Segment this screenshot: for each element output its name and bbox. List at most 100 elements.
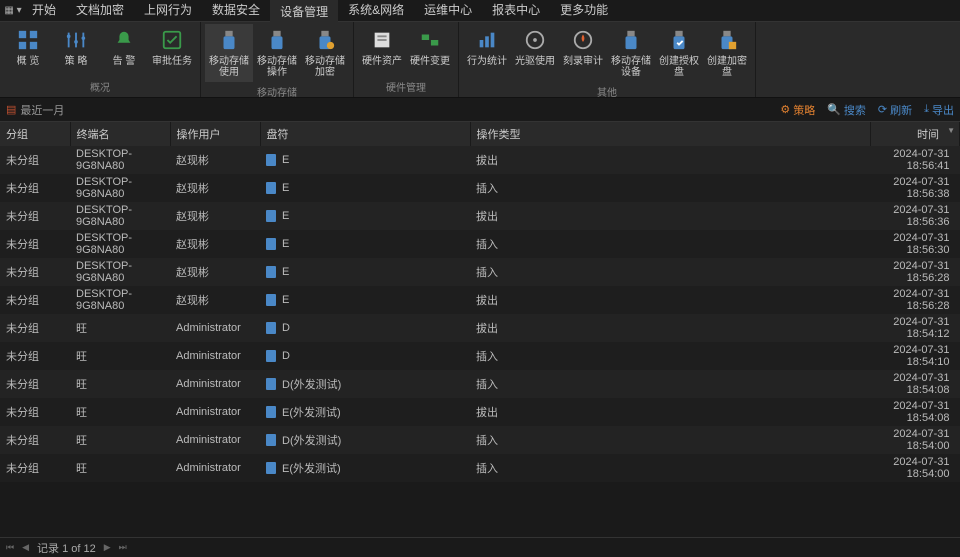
menu-item-5[interactable]: 系统&网络 (338, 0, 414, 23)
ribbon-btn-2-1[interactable]: 硬件变更 (406, 24, 454, 77)
usb-icon (265, 28, 289, 52)
date-range-label: 最近一月 (20, 102, 64, 118)
cell-1: DESKTOP-9G8NA80 (70, 202, 170, 230)
drive-icon (266, 238, 276, 250)
cell-0: 未分组 (0, 370, 70, 398)
menubar: ▦ ▾ 开始文档加密上网行为数据安全设备管理系统&网络运维中心报表中心更多功能 (0, 0, 960, 22)
ribbon-group-3: 行为统计光驱使用刻录审计移动存储设备创建授权盘创建加密盘其他 (459, 22, 756, 97)
filter-action-1[interactable]: 🔍搜索 (827, 102, 866, 118)
cell-1: DESKTOP-9G8NA80 (70, 286, 170, 314)
table-row[interactable]: 未分组旺AdministratorE(外发测试)插入2024-07-31 18:… (0, 454, 960, 482)
ribbon-btn-0-0[interactable]: 概 览 (4, 24, 52, 77)
ribbon-btn-2-0[interactable]: 硬件资产 (358, 24, 406, 77)
cell-5: 2024-07-31 18:56:36 (870, 202, 960, 230)
drive-icon (266, 462, 276, 474)
cell-1: DESKTOP-9G8NA80 (70, 146, 170, 174)
ribbon-btn-1-1[interactable]: 移动存储操作 (253, 24, 301, 82)
col-header-2[interactable]: 操作用户 (170, 122, 260, 146)
cell-3: E (260, 258, 470, 286)
table-row[interactable]: 未分组DESKTOP-9G8NA80赵现彬E拔出2024-07-31 18:56… (0, 202, 960, 230)
drive-icon (266, 434, 276, 446)
cell-3: E (260, 230, 470, 258)
table-row[interactable]: 未分组DESKTOP-9G8NA80赵现彬E插入2024-07-31 18:56… (0, 258, 960, 286)
ribbon-btn-3-1[interactable]: 光驱使用 (511, 24, 559, 82)
filter-action-3[interactable]: ⤓导出 (924, 102, 954, 118)
col-header-1[interactable]: 终端名 (70, 122, 170, 146)
ribbon-btn-1-0[interactable]: 移动存储使用 (205, 24, 253, 82)
col-header-4[interactable]: 操作类型 (470, 122, 870, 146)
cell-5: 2024-07-31 18:56:30 (870, 230, 960, 258)
cell-3: E(外发测试) (260, 454, 470, 482)
asset-icon (370, 28, 394, 52)
menu-item-0[interactable]: 开始 (22, 0, 66, 23)
pager-last-icon[interactable]: ⏭ (119, 542, 127, 553)
cell-1: 旺 (70, 426, 170, 454)
encrypt-icon (715, 28, 739, 52)
cell-5: 2024-07-31 18:54:00 (870, 426, 960, 454)
ribbon-btn-3-5[interactable]: 创建加密盘 (703, 24, 751, 82)
filter-action-label: 导出 (932, 102, 954, 118)
pager-next-icon[interactable]: ▶ (104, 542, 111, 553)
ribbon-group-label: 硬件管理 (354, 77, 458, 97)
filter-action-label: 策略 (793, 102, 815, 118)
ribbon-btn-label: 刻录审计 (563, 56, 603, 67)
menu-item-2[interactable]: 上网行为 (134, 0, 202, 23)
ribbon-btn-label: 硬件变更 (410, 56, 450, 67)
cell-0: 未分组 (0, 426, 70, 454)
ribbon-group-0: 概 览策 略告 警审批任务概况 (0, 22, 201, 97)
ribbon-btn-0-2[interactable]: 告 警 (100, 24, 148, 77)
pager-prev-icon[interactable]: ◀ (22, 542, 29, 553)
drive-icon (266, 294, 276, 306)
cell-3: E (260, 286, 470, 314)
ribbon-btn-3-3[interactable]: 移动存储设备 (607, 24, 655, 82)
col-header-3[interactable]: 盘符 (260, 122, 470, 146)
cell-3: D (260, 342, 470, 370)
ribbon-btn-0-3[interactable]: 审批任务 (148, 24, 196, 77)
drive-icon (266, 378, 276, 390)
cell-4: 插入 (470, 370, 870, 398)
cell-2: Administrator (170, 342, 260, 370)
menu-item-1[interactable]: 文档加密 (66, 0, 134, 23)
cell-0: 未分组 (0, 230, 70, 258)
ribbon-btn-0-1[interactable]: 策 略 (52, 24, 100, 77)
col-header-5[interactable]: 时间▼ (870, 122, 960, 146)
drive-icon (266, 350, 276, 362)
filter-action-icon: 🔍 (827, 103, 841, 116)
table-row[interactable]: 未分组旺AdministratorD(外发测试)插入2024-07-31 18:… (0, 426, 960, 454)
cell-0: 未分组 (0, 286, 70, 314)
table-row[interactable]: 未分组DESKTOP-9G8NA80赵现彬E拔出2024-07-31 18:56… (0, 286, 960, 314)
filter-action-0[interactable]: ⚙策略 (780, 102, 815, 118)
ribbon-btn-1-2[interactable]: 移动存储加密 (301, 24, 349, 82)
date-range-filter[interactable]: ▤ 最近一月 (6, 102, 64, 118)
table-row[interactable]: 未分组旺AdministratorD拔出2024-07-31 18:54:12 (0, 314, 960, 342)
cell-2: Administrator (170, 398, 260, 426)
menu-item-6[interactable]: 运维中心 (414, 0, 482, 23)
filter-action-2[interactable]: ⟳刷新 (878, 102, 912, 118)
ribbon-btn-3-0[interactable]: 行为统计 (463, 24, 511, 82)
menu-item-4[interactable]: 设备管理 (270, 0, 338, 23)
ribbon-btn-label: 创建授权盘 (655, 56, 703, 78)
cell-1: 旺 (70, 454, 170, 482)
menu-item-7[interactable]: 报表中心 (482, 0, 550, 23)
table-row[interactable]: 未分组旺AdministratorD插入2024-07-31 18:54:10 (0, 342, 960, 370)
table-row[interactable]: 未分组旺AdministratorE(外发测试)拔出2024-07-31 18:… (0, 398, 960, 426)
menu-item-3[interactable]: 数据安全 (202, 0, 270, 23)
table-row[interactable]: 未分组旺AdministratorD(外发测试)插入2024-07-31 18:… (0, 370, 960, 398)
sort-desc-icon: ▼ (947, 126, 955, 135)
col-header-0[interactable]: 分组 (0, 122, 70, 146)
ribbon-btn-3-4[interactable]: 创建授权盘 (655, 24, 703, 82)
app-menu-icon[interactable]: ▦ ▾ (4, 5, 22, 16)
cell-5: 2024-07-31 18:56:28 (870, 258, 960, 286)
ribbon-btn-label: 硬件资产 (362, 56, 402, 67)
pager-first-icon[interactable]: ⏮ (6, 542, 14, 553)
table-row[interactable]: 未分组DESKTOP-9G8NA80赵现彬E插入2024-07-31 18:56… (0, 230, 960, 258)
cell-0: 未分组 (0, 258, 70, 286)
table-row[interactable]: 未分组DESKTOP-9G8NA80赵现彬E拔出2024-07-31 18:56… (0, 146, 960, 174)
table-row[interactable]: 未分组DESKTOP-9G8NA80赵现彬E插入2024-07-31 18:56… (0, 174, 960, 202)
ribbon-btn-3-2[interactable]: 刻录审计 (559, 24, 607, 82)
status-bar: ⏮ ◀ 记录 1 of 12 ▶ ⏭ (0, 537, 960, 557)
cell-4: 拔出 (470, 202, 870, 230)
menu-item-8[interactable]: 更多功能 (550, 0, 618, 23)
stats-icon (475, 28, 499, 52)
drive-icon (266, 182, 276, 194)
